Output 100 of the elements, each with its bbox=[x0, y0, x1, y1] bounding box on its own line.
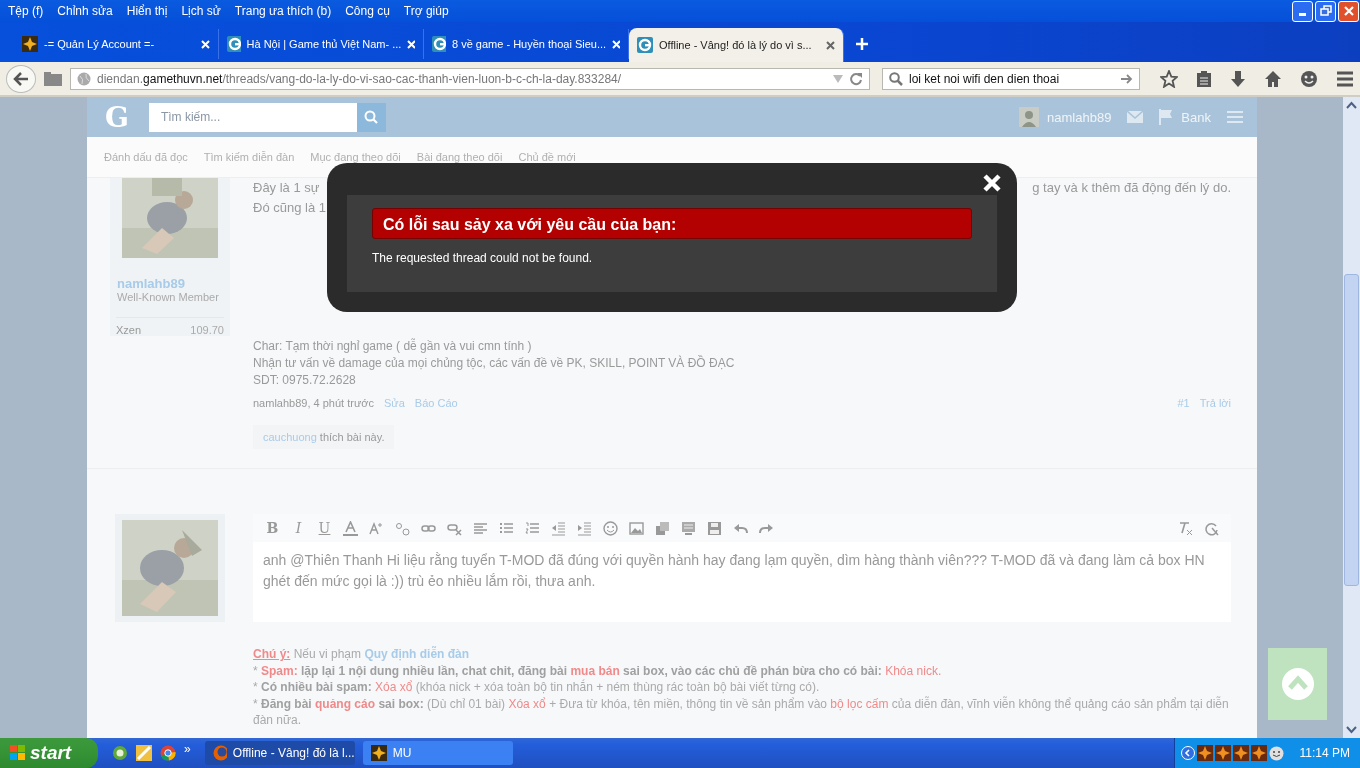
game-icon[interactable] bbox=[1196, 745, 1213, 761]
menu-item[interactable]: Công cụ bbox=[345, 4, 390, 18]
go-arrow-icon[interactable] bbox=[1121, 72, 1133, 85]
search-text: loi ket noi wifi den dien thoai bbox=[909, 71, 1061, 86]
browser-tab[interactable]: Hà Nội | Game thủ Việt Nam- ... bbox=[219, 29, 424, 59]
search-field[interactable]: loi ket noi wifi den dien thoai bbox=[882, 67, 1140, 90]
subnav-link[interactable]: Mục đang theo dõi bbox=[310, 151, 401, 163]
taskbar-button[interactable]: Offline - Vâng! đó là l... bbox=[204, 741, 355, 765]
numbers-icon[interactable] bbox=[525, 520, 540, 536]
report-link[interactable]: Báo Cáo bbox=[414, 397, 458, 409]
size-icon[interactable] bbox=[369, 520, 384, 536]
address-bar[interactable]: diendan.gamethuvn.net/threads/vang-do-la-ly-do-vi-sao-cac-thanh-vien-luon-b-c-ch-la-day.833284/ bbox=[70, 67, 870, 90]
username-link[interactable]: namlahb89 bbox=[1047, 109, 1112, 125]
restore-icon bbox=[1319, 5, 1332, 17]
signature-line: Char: Tạm thời nghỉ game ( dễ gần và vui cmn tính ) bbox=[253, 338, 533, 355]
folder-icon[interactable] bbox=[44, 71, 62, 86]
game-icon bbox=[22, 36, 38, 52]
g-logo-icon bbox=[637, 37, 653, 53]
smiley-icon[interactable] bbox=[1300, 69, 1318, 88]
stat-value: 109.70 bbox=[190, 324, 224, 336]
edit-link[interactable]: Sửa bbox=[384, 397, 405, 409]
underline-button[interactable]: U bbox=[317, 520, 332, 536]
game-icon[interactable] bbox=[1214, 745, 1231, 761]
browser-tab[interactable]: -= Quản Lý Account =- bbox=[14, 29, 219, 59]
menu-item[interactable]: Hiển thị bbox=[126, 4, 168, 18]
menu-icon[interactable] bbox=[1336, 70, 1354, 87]
message-editor[interactable]: anh @Thiên Thanh Hi liệu rằng tuyển T-MOD đã đúng với quyền hành hay đang lạm quyền, dìm hàng thành viên??? T-MOD đã và đang làm cả box HN ghét đến mức gọi là :)) trù ẻo nhiều lắm rồi, thưa anh. bbox=[253, 542, 1231, 622]
subnav-link[interactable]: Chủ đề mới bbox=[518, 151, 576, 163]
close-icon bbox=[1342, 5, 1355, 17]
subnav-link[interactable]: Bài đang theo dõi bbox=[416, 151, 503, 163]
game-icon[interactable] bbox=[1232, 745, 1249, 761]
smiley-icon[interactable] bbox=[1268, 745, 1284, 761]
italic-button[interactable]: I bbox=[291, 520, 306, 536]
subnav-link[interactable]: Đánh dấu đã đọc bbox=[104, 151, 188, 163]
menu-item[interactable]: Trợ giúp bbox=[403, 4, 449, 18]
error-heading: Có lỗi sau sảy xa với yêu cầu của bạn: bbox=[372, 208, 972, 239]
clock: 11:14 PM bbox=[1299, 746, 1350, 760]
download-icon[interactable] bbox=[1230, 69, 1246, 88]
expand-tray-icon[interactable] bbox=[1180, 746, 1195, 760]
reply-link[interactable]: Trả lời bbox=[1199, 397, 1231, 409]
post-text: Đây là 1 sự bbox=[253, 179, 321, 197]
image-icon[interactable] bbox=[629, 520, 644, 536]
star-icon[interactable] bbox=[1160, 69, 1178, 88]
menu-item[interactable]: Lịch sử bbox=[181, 4, 221, 18]
game-icon bbox=[370, 745, 387, 761]
tab-title: Offline - Vâng! đó là lý do vì s... bbox=[659, 39, 813, 51]
stat-label: Xzen bbox=[116, 324, 142, 336]
tab-title: -= Quản Lý Account =- bbox=[44, 38, 156, 50]
overflow-chevron[interactable]: » bbox=[184, 742, 191, 756]
menu-item[interactable]: Chỉnh sửa bbox=[57, 4, 113, 18]
rules-notice: * Có nhiều bài spam: Xóa xổ (khóa nick + xóa toàn bộ tin nhắn + ném thùng rác toàn bộ bài viết từng có). bbox=[253, 679, 821, 696]
dropdown-icon[interactable] bbox=[833, 74, 843, 83]
menu-item[interactable]: Tệp (f) bbox=[8, 4, 44, 18]
back-arrow-icon bbox=[13, 71, 29, 86]
post-text: Đó cũng là 1 bbox=[253, 199, 326, 217]
start-button[interactable]: start bbox=[0, 738, 98, 768]
restore-button[interactable] bbox=[1315, 0, 1336, 22]
chrome-icon[interactable] bbox=[160, 745, 176, 761]
bold-button[interactable]: B bbox=[265, 520, 280, 536]
indent-icon[interactable] bbox=[577, 520, 592, 536]
g-logo-icon bbox=[432, 36, 446, 52]
minimize-button[interactable] bbox=[1292, 0, 1313, 22]
browser-tab[interactable]: Offline - Vâng! đó là lý do vì s... bbox=[629, 28, 844, 62]
smiley-icon[interactable] bbox=[603, 520, 618, 536]
rules-notice: Chú ý: Nếu vi phạm Quy định diễn đàn bbox=[253, 646, 471, 663]
align-icon[interactable] bbox=[473, 520, 488, 536]
minimize-icon bbox=[1299, 12, 1306, 16]
taskbar-button[interactable]: MU bbox=[362, 741, 513, 765]
bullets-icon[interactable] bbox=[499, 520, 514, 536]
search-button[interactable] bbox=[356, 102, 386, 132]
new-tab-icon[interactable] bbox=[856, 38, 868, 50]
post-meta: namlahb89, 4 phút trước bbox=[253, 397, 374, 409]
home-icon[interactable] bbox=[1264, 69, 1282, 88]
clear-format-icon[interactable] bbox=[1178, 520, 1193, 536]
subnav-link[interactable]: Tìm kiếm diễn đàn bbox=[203, 151, 295, 163]
avatar-icon[interactable] bbox=[1019, 107, 1040, 127]
save-icon[interactable] bbox=[707, 520, 722, 536]
clipboard-icon[interactable] bbox=[1196, 69, 1212, 88]
media-icon[interactable] bbox=[655, 520, 670, 536]
game-icon[interactable] bbox=[1250, 745, 1267, 761]
error-message: The requested thread could not be found. bbox=[372, 251, 594, 265]
outdent-icon[interactable] bbox=[551, 520, 566, 536]
scrollbar[interactable] bbox=[1343, 97, 1360, 738]
tab-title: Hà Nội | Game thủ Việt Nam- ... bbox=[246, 38, 402, 50]
forum-logo[interactable]: G bbox=[105, 100, 129, 134]
rules-notice: * Đăng bài quảng cáo sai box: (Dù chỉ 01 bài) Xóa xổ + Đưa từ khóa, tên miền, thông tin về sản phẩm vào bộ lọc cấm của diễn đàn, vĩnh viễn không thể quảng cáo sản phẩm tại diễn đàn nữa. bbox=[253, 695, 1230, 729]
g-logo-icon bbox=[227, 36, 241, 52]
bank-link[interactable]: Bank bbox=[1181, 109, 1211, 125]
forum-search-field[interactable]: Tìm kiếm... bbox=[148, 102, 357, 132]
post-number[interactable]: #1 bbox=[1177, 397, 1190, 409]
back-button[interactable] bbox=[6, 64, 36, 93]
browser-icon bbox=[212, 745, 227, 761]
menu-item[interactable]: Trang ưa thích (b) bbox=[234, 4, 332, 18]
close-button[interactable] bbox=[1338, 0, 1359, 22]
tab-title: 8 về game - Huyền thoại Sieu... bbox=[452, 38, 607, 50]
windows-logo-icon bbox=[10, 745, 26, 761]
color-icon[interactable] bbox=[343, 520, 358, 536]
reload-icon[interactable] bbox=[849, 71, 863, 86]
browser-tab[interactable]: 8 về game - Huyền thoại Sieu... bbox=[424, 29, 629, 59]
chevron-up-icon bbox=[1280, 667, 1315, 701]
